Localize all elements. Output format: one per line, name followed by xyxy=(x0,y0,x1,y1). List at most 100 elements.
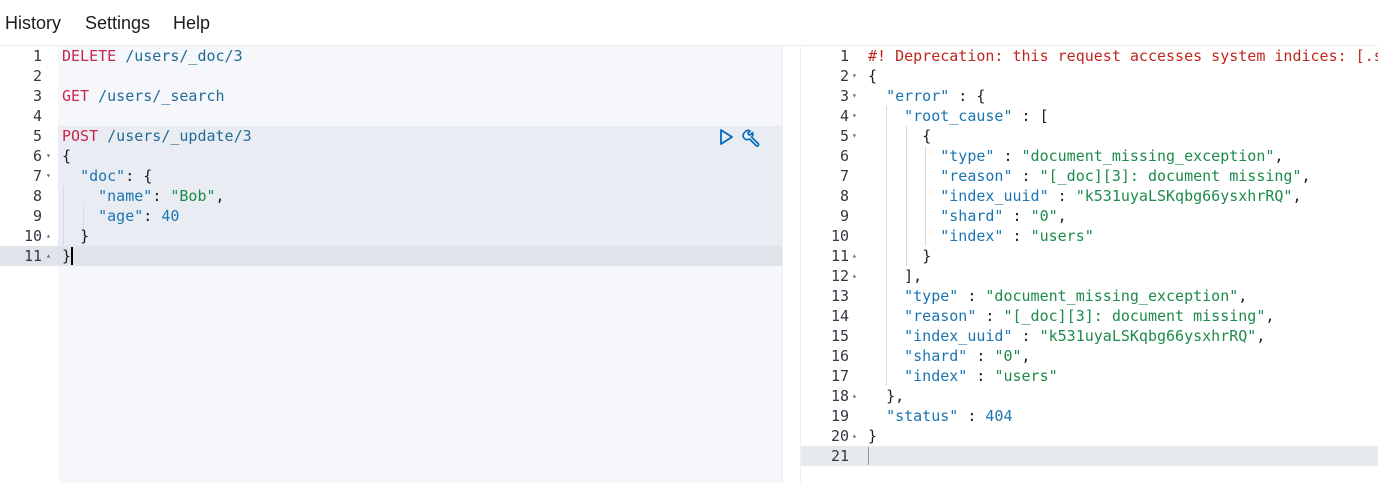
line-number: 9 xyxy=(32,207,42,225)
request-line: 9 "age": 40 xyxy=(0,206,782,226)
code-text: } xyxy=(922,247,932,265)
menu-bar: History Settings Help xyxy=(0,0,1378,46)
line-number: 18 xyxy=(830,387,849,405)
response-line: 18 ▴ }, xyxy=(801,386,1378,406)
response-line: 9 "shard" : "0", xyxy=(801,206,1378,226)
code-text: ], xyxy=(904,267,923,285)
line-number: 6 xyxy=(839,147,849,165)
fold-open-icon[interactable]: ▾ xyxy=(46,146,51,166)
fold-open-icon[interactable]: ▾ xyxy=(852,106,857,126)
fold-closed-icon[interactable]: ▴ xyxy=(46,246,51,266)
fold-open-icon[interactable]: ▾ xyxy=(852,86,857,106)
line-number: 20 xyxy=(830,427,849,445)
response-line: 17 "index" : "users" xyxy=(801,366,1378,386)
fold-open-icon[interactable]: ▾ xyxy=(852,126,857,146)
request-editor[interactable]: 1 DELETE /users/_doc/3 2 3 GET /users/_searc… xyxy=(0,46,782,483)
code-text: DELETE /users/_doc/3 xyxy=(62,47,243,65)
response-line: 15 "index_uuid" : "k531uyaLSKqbg66ysxhrR… xyxy=(801,326,1378,346)
menu-history[interactable]: History xyxy=(5,12,61,34)
line-number: 10 xyxy=(23,227,42,245)
code-text: { xyxy=(922,127,932,145)
line-number: 8 xyxy=(839,187,849,205)
line-number: 7 xyxy=(839,167,849,185)
code-text: "type" : "document_missing_exception", xyxy=(940,147,1284,165)
response-viewer: 1 #! Deprecation: this request accesses s… xyxy=(801,46,1378,483)
line-number: 12 xyxy=(830,267,849,285)
fold-closed-icon[interactable]: ▴ xyxy=(46,226,51,246)
code-text: "type" : "document_missing_exception", xyxy=(904,287,1248,305)
line-number: 5 xyxy=(32,127,42,145)
line-number: 11 xyxy=(830,247,849,265)
request-line: 6 ▾ { xyxy=(0,146,782,166)
line-number: 4 xyxy=(32,107,42,125)
code-text: POST /users/_update/3 xyxy=(62,127,252,145)
response-line: 13 "type" : "document_missing_exception"… xyxy=(801,286,1378,306)
code-text: } xyxy=(868,427,878,445)
request-line: 8 "name": "Bob", xyxy=(0,186,782,206)
code-text: } xyxy=(80,227,90,245)
code-text: GET /users/_search xyxy=(62,87,225,105)
line-number: 5 xyxy=(839,127,849,145)
code-text: "reason" : "[_doc][3]: document missing"… xyxy=(940,167,1311,185)
request-line: 4 xyxy=(0,106,782,126)
request-line: 7 ▾ "doc": { xyxy=(0,166,782,186)
request-line: 10 ▴ } xyxy=(0,226,782,246)
line-number: 8 xyxy=(32,187,42,205)
response-line: 1 #! Deprecation: this request accesses s… xyxy=(801,46,1378,66)
pane-resizer[interactable] xyxy=(782,46,801,483)
line-number: 4 xyxy=(839,107,849,125)
fold-closed-icon[interactable]: ▴ xyxy=(852,386,857,406)
code-text: "error" : { xyxy=(886,87,986,105)
request-line: 3 GET /users/_search xyxy=(0,86,782,106)
response-line: 4 ▾ "root_cause" : [ xyxy=(801,106,1378,126)
code-text: "status" : 404 xyxy=(886,407,1013,425)
response-line: 11 ▴ } xyxy=(801,246,1378,266)
line-number: 9 xyxy=(839,207,849,225)
code-text: "name": "Bob", xyxy=(98,187,225,205)
code-text: } xyxy=(62,247,72,265)
response-line: 21 xyxy=(801,446,1378,466)
response-line: 10 "index" : "users" xyxy=(801,226,1378,246)
request-line: 2 xyxy=(0,66,782,86)
line-number: 13 xyxy=(830,287,849,305)
line-number: 3 xyxy=(32,87,42,105)
code-text: "doc": { xyxy=(80,167,153,185)
line-number: 16 xyxy=(830,347,849,365)
code-text: "index_uuid" : "k531uyaLSKqbg66ysxhrRQ", xyxy=(940,187,1302,205)
menu-settings[interactable]: Settings xyxy=(85,12,150,34)
response-line: 14 "reason" : "[_doc][3]: document missi… xyxy=(801,306,1378,326)
fold-open-icon[interactable]: ▾ xyxy=(852,66,857,86)
line-number: 7 xyxy=(32,167,42,185)
line-number: 6 xyxy=(32,147,42,165)
code-text: "root_cause" : [ xyxy=(904,107,1049,125)
request-line: 5 POST /users/_update/3 xyxy=(0,126,782,146)
code-text: "index" : "users" xyxy=(940,227,1094,245)
fold-closed-icon[interactable]: ▴ xyxy=(852,266,857,286)
response-line: 12 ▴ ], xyxy=(801,266,1378,286)
line-number: 11 xyxy=(23,247,42,265)
line-number: 15 xyxy=(830,327,849,345)
line-number: 14 xyxy=(830,307,849,325)
menu-help[interactable]: Help xyxy=(173,12,210,34)
code-text: }, xyxy=(886,387,905,405)
response-line: 2 ▾ { xyxy=(801,66,1378,86)
response-line: 5 ▾ { xyxy=(801,126,1378,146)
code-text: "shard" : "0", xyxy=(904,347,1031,365)
code-text: "index_uuid" : "k531uyaLSKqbg66ysxhrRQ", xyxy=(904,327,1266,345)
line-number: 21 xyxy=(830,447,849,465)
text-cursor xyxy=(71,247,73,265)
fold-open-icon[interactable]: ▾ xyxy=(46,166,51,186)
line-number: 1 xyxy=(839,47,849,65)
line-number: 17 xyxy=(830,367,849,385)
fold-closed-icon[interactable]: ▴ xyxy=(852,426,857,446)
fold-closed-icon[interactable]: ▴ xyxy=(852,246,857,266)
request-line: 11 ▴} xyxy=(0,246,782,266)
request-line: 1 DELETE /users/_doc/3 xyxy=(0,46,782,66)
response-line: 3 ▾ "error" : { xyxy=(801,86,1378,106)
response-line: 16 "shard" : "0", xyxy=(801,346,1378,366)
code-text: "reason" : "[_doc][3]: document missing"… xyxy=(904,307,1275,325)
line-number: 2 xyxy=(839,67,849,85)
line-number: 1 xyxy=(32,47,42,65)
response-line: 6 "type" : "document_missing_exception", xyxy=(801,146,1378,166)
code-text: "index" : "users" xyxy=(904,367,1058,385)
